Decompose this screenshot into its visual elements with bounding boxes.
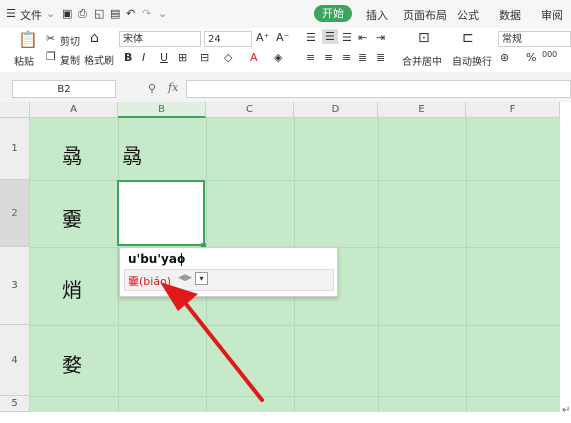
arrow-shaft: [184, 302, 264, 402]
return-mark-icon: ↵: [562, 405, 571, 416]
annotation-arrow: [160, 282, 264, 402]
arrow-head: [160, 282, 198, 311]
